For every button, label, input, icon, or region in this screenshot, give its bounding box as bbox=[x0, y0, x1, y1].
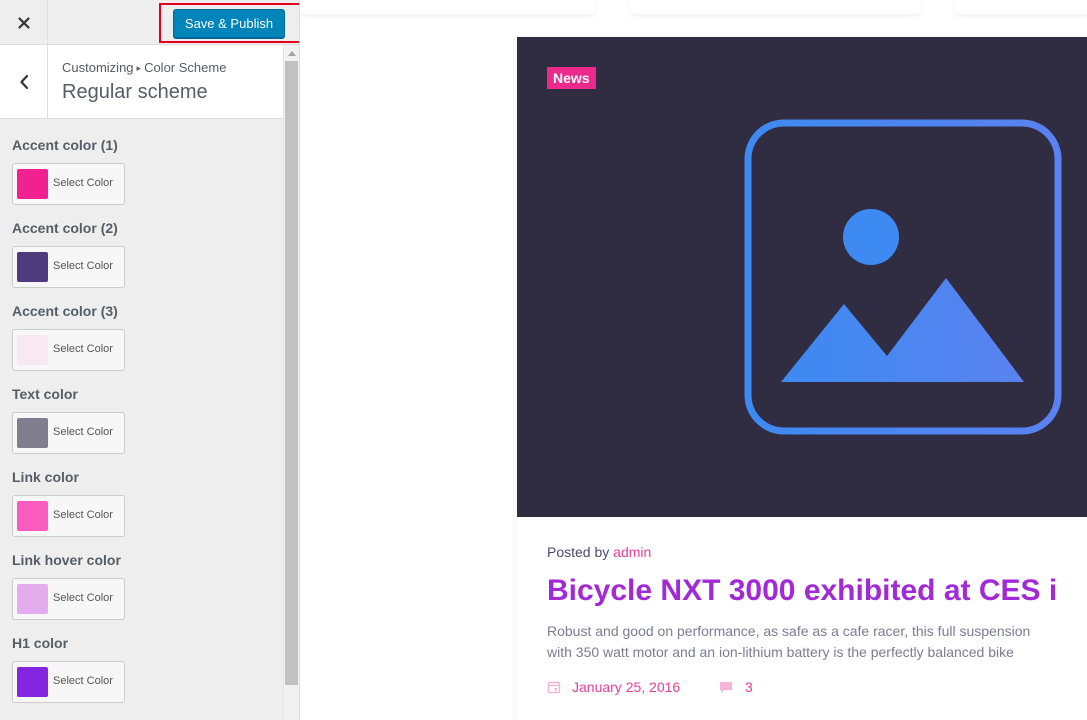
image-placeholder-icon bbox=[744, 119, 1062, 435]
preview-card-top-strip bbox=[955, 0, 1087, 14]
breadcrumb-root: Customizing bbox=[62, 60, 134, 75]
select-color-label: Select Color bbox=[53, 509, 113, 521]
control-link-color: Link color Select Color bbox=[12, 451, 272, 537]
select-color-button[interactable]: Select Color bbox=[12, 495, 125, 537]
post-excerpt-line: with 350 watt motor and an ion-lithium b… bbox=[547, 644, 1014, 660]
post-comments[interactable]: 3 bbox=[719, 679, 753, 695]
color-swatch bbox=[17, 418, 48, 448]
control-accent-color-1: Accent color (1) Select Color bbox=[12, 119, 272, 205]
post-date-text: January 25, 2016 bbox=[572, 679, 681, 695]
control-accent-color-3: Accent color (3) Select Color bbox=[12, 285, 272, 371]
select-color-label: Select Color bbox=[53, 260, 113, 272]
site-preview: News Posted by admin Bicycle NXT 3000 ex… bbox=[300, 0, 1087, 720]
preview-card-top-strip bbox=[300, 0, 595, 14]
select-color-button[interactable]: Select Color bbox=[12, 163, 125, 205]
control-label: Link hover color bbox=[12, 552, 121, 568]
post-featured-image[interactable]: News bbox=[517, 37, 1087, 517]
close-button[interactable] bbox=[0, 0, 48, 45]
color-swatch bbox=[17, 169, 48, 199]
customizer-sidebar: Save & Publish Customizing ▸ Color Scheme … bbox=[0, 0, 300, 720]
close-icon bbox=[17, 16, 30, 29]
select-color-button[interactable]: Select Color bbox=[12, 661, 125, 703]
select-color-button[interactable]: Select Color bbox=[12, 412, 125, 454]
control-accent-color-2: Accent color (2) Select Color bbox=[12, 202, 272, 288]
section-header: Customizing ▸ Color Scheme Regular scheme bbox=[0, 45, 283, 119]
select-color-button[interactable]: Select Color bbox=[12, 329, 125, 371]
breadcrumb-separator: ▸ bbox=[136, 63, 142, 73]
sidebar-scrollbar[interactable] bbox=[283, 45, 299, 720]
breadcrumb-parent: Color Scheme bbox=[144, 60, 227, 75]
select-color-button[interactable]: Select Color bbox=[12, 578, 125, 620]
control-label: Accent color (2) bbox=[12, 220, 118, 236]
control-text-color: Text color Select Color bbox=[12, 368, 272, 454]
select-color-label: Select Color bbox=[53, 426, 113, 438]
post-excerpt-line: Robust and good on performance, as safe … bbox=[547, 623, 1031, 639]
author-link[interactable]: admin bbox=[613, 544, 651, 560]
control-label: Text color bbox=[12, 386, 78, 402]
save-publish-button[interactable]: Save & Publish bbox=[173, 9, 285, 38]
select-color-button[interactable]: Select Color bbox=[12, 246, 125, 288]
color-swatch bbox=[17, 252, 48, 282]
select-color-label: Select Color bbox=[53, 177, 113, 189]
category-badge[interactable]: News bbox=[547, 67, 596, 89]
comment-icon bbox=[720, 682, 732, 693]
customizer-header: Save & Publish bbox=[0, 0, 299, 45]
color-swatch bbox=[17, 584, 48, 614]
post-byline: Posted by admin bbox=[547, 544, 651, 560]
post-card: News Posted by admin Bicycle NXT 3000 ex… bbox=[517, 37, 1087, 720]
color-swatch bbox=[17, 335, 48, 365]
post-date[interactable]: January 25, 2016 bbox=[547, 679, 680, 695]
control-h1-color: H1 color Select Color bbox=[12, 617, 272, 703]
comment-count: 3 bbox=[745, 679, 753, 695]
color-swatch bbox=[17, 667, 48, 697]
control-label: Accent color (1) bbox=[12, 137, 118, 153]
chevron-left-icon bbox=[19, 74, 28, 89]
publish-highlight: Save & Publish bbox=[159, 3, 299, 43]
select-color-label: Select Color bbox=[53, 675, 113, 687]
control-link-hover-color: Link hover color Select Color bbox=[12, 534, 272, 620]
post-title[interactable]: Bicycle NXT 3000 exhibited at CES i bbox=[547, 574, 1057, 608]
calendar-icon bbox=[547, 681, 561, 694]
preview-card-top-strip bbox=[630, 0, 920, 14]
control-label: Accent color (3) bbox=[12, 303, 118, 319]
select-color-label: Select Color bbox=[53, 343, 113, 355]
control-label: Link color bbox=[12, 469, 79, 485]
section-title: Regular scheme bbox=[62, 81, 208, 103]
scroll-thumb[interactable] bbox=[285, 61, 298, 685]
posted-by-text: Posted by bbox=[547, 544, 610, 560]
scroll-up-arrow[interactable] bbox=[284, 45, 299, 61]
back-button[interactable] bbox=[0, 45, 48, 118]
select-color-label: Select Color bbox=[53, 592, 113, 604]
breadcrumb: Customizing ▸ Color Scheme bbox=[62, 60, 226, 75]
control-label: H1 color bbox=[12, 635, 69, 651]
color-swatch bbox=[17, 501, 48, 531]
